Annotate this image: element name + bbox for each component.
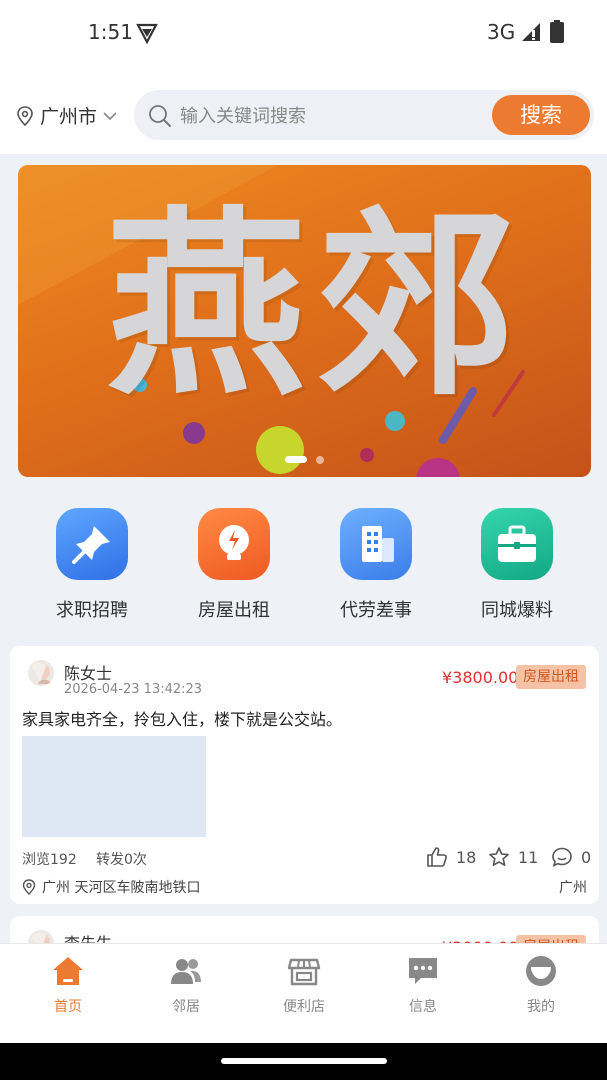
tab-home[interactable]: 首页: [18, 954, 118, 1016]
home-indicator[interactable]: [221, 1058, 387, 1064]
category-label: 房屋出租: [198, 600, 270, 621]
avatar: [28, 660, 54, 686]
address-text: 广州 天河区车陂南地铁口: [42, 880, 201, 896]
battery-icon: [550, 20, 564, 43]
message-icon: [409, 958, 437, 984]
status-time: 1:51: [88, 20, 133, 44]
tab-label: 我的: [527, 999, 555, 1015]
comment-icon: [552, 847, 572, 867]
search-bar[interactable]: 输入关键词搜索 搜索: [134, 90, 594, 140]
like-button[interactable]: 18: [426, 846, 476, 868]
building-icon: [340, 508, 412, 580]
post-content: 家具家电齐全，拎包入住，楼下就是公交站。: [22, 710, 343, 729]
category-label: 代劳差事: [340, 600, 412, 621]
category-jobs[interactable]: 求职招聘: [32, 508, 152, 622]
store-icon: [287, 958, 321, 986]
post-card[interactable]: 陈女士 2026-04-23 13:42:23 ¥3800.00 房屋出租 家具…: [10, 646, 599, 904]
search-input[interactable]: 输入关键词搜索: [180, 102, 306, 128]
comment-button[interactable]: 0: [551, 846, 591, 868]
share-count: 转发0次: [96, 852, 147, 868]
bottom-tab-bar: 首页 邻居 便利店 信息 我的: [0, 943, 607, 1043]
category-news[interactable]: 同城爆料: [457, 508, 577, 622]
chevron-down-icon: [103, 111, 117, 120]
post-time: 2026-04-23 13:42:23: [64, 682, 203, 697]
profile-icon: [526, 956, 556, 986]
favorite-count: 11: [518, 847, 539, 867]
favorite-button[interactable]: 11: [488, 846, 538, 868]
like-count: 18: [456, 847, 477, 867]
users-icon: [171, 959, 201, 984]
tab-label: 邻居: [172, 999, 200, 1015]
post-price: ¥3800.00: [442, 668, 519, 687]
lightbulb-icon: [198, 508, 270, 580]
briefcase-icon: [481, 508, 553, 580]
system-nav-bar: [0, 1043, 607, 1080]
carousel-dot-active[interactable]: [285, 456, 307, 463]
carousel-dot[interactable]: [316, 456, 324, 464]
category-grid: 求职招聘 房屋出租 代劳差事 同城爆料: [0, 500, 607, 630]
banner-carousel[interactable]: 燕郊: [18, 165, 591, 477]
tab-neighbors[interactable]: 邻居: [136, 954, 236, 1016]
tab-store[interactable]: 便利店: [254, 954, 354, 1016]
comment-count: 0: [581, 847, 592, 867]
thumbs-up-icon: [427, 847, 447, 867]
category-rental[interactable]: 房屋出租: [174, 508, 294, 622]
star-icon: [489, 847, 509, 866]
banner-title: 燕郊: [106, 190, 527, 423]
post-address: 广州 天河区车陂南地铁口: [22, 877, 200, 897]
city-name: 广州市: [40, 106, 98, 128]
network-type: 3G: [487, 20, 516, 44]
signal-icon: [522, 23, 540, 41]
post-tag: 房屋出租: [516, 665, 586, 689]
post-image[interactable]: [22, 736, 206, 837]
search-icon: [149, 105, 171, 127]
vpn-shield-icon: [136, 23, 158, 44]
tab-label: 首页: [54, 999, 82, 1015]
status-bar: 1:51 3G: [0, 0, 607, 66]
tab-profile[interactable]: 我的: [491, 954, 591, 1016]
search-button[interactable]: 搜索: [492, 95, 590, 135]
category-label: 求职招聘: [56, 600, 128, 621]
tab-label: 便利店: [283, 999, 325, 1015]
header: 广州市 输入关键词搜索 搜索: [0, 66, 607, 154]
home-icon: [53, 957, 83, 985]
pushpin-icon: [56, 508, 128, 580]
city-selector[interactable]: 广州市: [16, 102, 117, 129]
location-pin-icon: [17, 105, 33, 126]
location-pin-icon: [22, 879, 36, 895]
tab-messages[interactable]: 信息: [373, 954, 473, 1016]
tab-label: 信息: [409, 999, 437, 1015]
post-city: 广州: [559, 880, 587, 896]
category-label: 同城爆料: [481, 600, 553, 621]
view-count: 浏览192: [22, 852, 77, 868]
author-name: 陈女士: [64, 664, 113, 683]
category-errands[interactable]: 代劳差事: [316, 508, 436, 622]
